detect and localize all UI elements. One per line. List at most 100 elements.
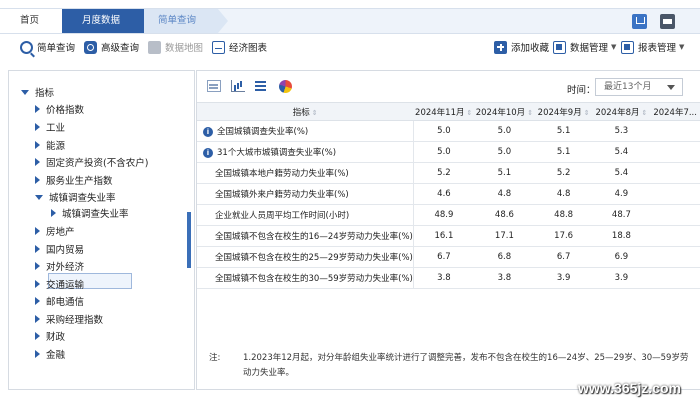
indicator-tree: 指标 价格指数 工业 能源 固定资产投资(不含农户) 服务业生产指数 城镇调查失… [8, 70, 195, 390]
data-panel: 时间： 最近13个月 指标 ⇕ 2024年11月 ⇕ 2024年10月 ⇕ 2024年… [196, 70, 700, 390]
sort-icon: ⇕ [527, 108, 534, 117]
caret-right-icon [35, 141, 40, 149]
table-cell: 5.4 [592, 141, 651, 163]
tree-root[interactable]: 指标 [21, 85, 54, 99]
table-cell: 5.2 [534, 162, 593, 184]
caret-right-icon [35, 158, 40, 166]
table-cell: 4.9 [592, 183, 651, 205]
bar-chart-icon[interactable] [231, 80, 245, 92]
tree-item[interactable]: 能源 [35, 138, 65, 152]
tree-item[interactable]: 价格指数 [35, 102, 84, 116]
tree-item[interactable]: 工业 [35, 120, 65, 134]
table-cell: 48.6 [474, 204, 535, 226]
tree-item[interactable]: 固定资产投资(不含农户) [35, 155, 148, 169]
caret-down-icon [35, 194, 43, 200]
table-row: i 全国城镇调查失业率(%) 5.0 5.0 5.1 5.3 [197, 120, 700, 142]
pie-chart-icon[interactable] [279, 80, 292, 93]
caret-right-icon [35, 315, 40, 323]
row-indicator-name[interactable]: 全国城镇本地户籍劳动力失业率(%) [197, 162, 414, 184]
table-cell: 17.1 [474, 225, 535, 247]
tree-item-expanded[interactable]: 城镇调查失业率 [35, 190, 116, 204]
caret-right-icon [35, 297, 40, 305]
advanced-query-button[interactable]: 高级查询 [84, 39, 139, 55]
table-row: 全国城镇本地户籍劳动力失业率(%) 5.2 5.1 5.2 5.4 [197, 162, 700, 184]
chevron-down-icon: ▼ [611, 43, 617, 51]
tree-item[interactable]: 房地产 [35, 224, 75, 238]
table-cell: 5.0 [413, 120, 475, 142]
caret-right-icon [35, 176, 40, 184]
col-header[interactable]: 2024年9月 ⇕ [534, 102, 593, 121]
row-indicator-name[interactable]: 全国城镇外来户籍劳动力失业率(%) [197, 183, 414, 205]
tree-item[interactable]: 服务业生产指数 [35, 173, 113, 187]
data-manage-button[interactable]: 数据管理 ▼ [553, 39, 616, 55]
table-cell: 4.8 [474, 183, 535, 205]
tree-item[interactable]: 对外经济 [35, 259, 84, 273]
row-indicator-name[interactable]: 全国城镇不包含在校生的30—59岁劳动力失业率(%) [197, 267, 414, 289]
breadcrumb-home[interactable]: 首页 [0, 9, 62, 33]
caret-right-icon [35, 332, 40, 340]
tree-item[interactable]: 交通运输 [35, 277, 84, 291]
table-cell: 3.9 [534, 267, 593, 289]
tree-item[interactable]: 国内贸易 [35, 242, 84, 256]
tree-item[interactable]: 采购经理指数 [35, 312, 103, 326]
table-cell: 18.8 [592, 225, 651, 247]
col-header[interactable]: 2024年7... [650, 102, 700, 121]
table-cell: 5.0 [474, 120, 535, 142]
tree-item[interactable]: 金融 [35, 347, 65, 361]
info-icon[interactable]: i [203, 126, 213, 137]
table-cell: 5.0 [474, 141, 535, 163]
data-map-button[interactable]: 数据地图 [148, 39, 203, 55]
search-icon [20, 40, 33, 54]
print-icon[interactable] [660, 14, 675, 29]
col-header[interactable]: 2024年10月 ⇕ [474, 102, 535, 121]
tree-scrollbar[interactable] [187, 212, 191, 268]
caret-right-icon [35, 123, 40, 131]
sort-icon: ⇕ [583, 108, 590, 117]
report-manage-button[interactable]: 报表管理 ▼ [621, 39, 684, 55]
row-indicator-name[interactable]: i 全国城镇调查失业率(%) [197, 120, 414, 142]
breadcrumb-current[interactable]: 月度数据 [62, 9, 154, 33]
breadcrumb-next[interactable]: 简单查询 [144, 9, 228, 33]
table-cell: 16.1 [413, 225, 475, 247]
table-cell-empty [650, 246, 700, 268]
add-favorite-button[interactable]: 添加收藏 [494, 39, 549, 55]
econ-chart-button[interactable]: 经济图表 [212, 39, 267, 55]
table-cell: 6.8 [474, 246, 535, 268]
table-cell: 6.7 [413, 246, 475, 268]
report-icon [621, 40, 634, 54]
table-view-icon[interactable] [207, 80, 221, 92]
tree-item-selected[interactable]: 城镇调查失业率 [51, 206, 129, 220]
table-cell: 48.9 [413, 204, 475, 226]
row-indicator-name[interactable]: 企业就业人员周平均工作时间(小时) [197, 204, 414, 226]
caret-right-icon [35, 262, 40, 270]
table-row: 企业就业人员周平均工作时间(小时) 48.9 48.6 48.8 48.7 [197, 204, 700, 226]
row-indicator-name[interactable]: 全国城镇不包含在校生的25—29岁劳动力失业率(%) [197, 246, 414, 268]
table-row: 全国城镇外来户籍劳动力失业率(%) 4.6 4.8 4.8 4.9 [197, 183, 700, 205]
table-row: 全国城镇不包含在校生的16—24岁劳动力失业率(%) 16.1 17.1 17.6 18… [197, 225, 700, 247]
table-cell: 5.1 [534, 120, 593, 142]
simple-query-button[interactable]: 简单查询 [20, 39, 75, 55]
export-icon[interactable] [632, 14, 647, 29]
table-cell: 5.1 [534, 141, 593, 163]
time-select[interactable]: 最近13个月 [595, 78, 683, 96]
col-header[interactable]: 2024年8月 ⇕ [592, 102, 651, 121]
caret-right-icon [35, 245, 40, 253]
table-cell: 6.7 [534, 246, 593, 268]
sort-icon: ⇕ [466, 108, 473, 117]
col-header-indicator[interactable]: 指标 ⇕ [197, 102, 414, 121]
table-cell: 5.0 [413, 141, 475, 163]
tree-item[interactable]: 邮电通信 [35, 294, 84, 308]
table-cell: 48.8 [534, 204, 593, 226]
data-manage-icon [553, 40, 566, 54]
col-header[interactable]: 2024年11月 ⇕ [413, 102, 475, 121]
horizontal-bar-icon[interactable] [255, 80, 269, 92]
page: 首页 月度数据 简单查询 简单查询 高级查询 数据地图 经济图表 添加收藏 数据… [0, 0, 700, 403]
table-cell: 48.7 [592, 204, 651, 226]
row-indicator-name[interactable]: i 31个大城市城镇调查失业率(%) [197, 141, 414, 163]
table-cell: 3.8 [413, 267, 475, 289]
row-indicator-name[interactable]: 全国城镇不包含在校生的16—24岁劳动力失业率(%) [197, 225, 414, 247]
info-icon[interactable]: i [203, 147, 213, 158]
footnote-label: 注: [209, 353, 221, 363]
tree-item[interactable]: 财政 [35, 329, 65, 343]
chevron-down-icon: ▼ [679, 43, 685, 51]
